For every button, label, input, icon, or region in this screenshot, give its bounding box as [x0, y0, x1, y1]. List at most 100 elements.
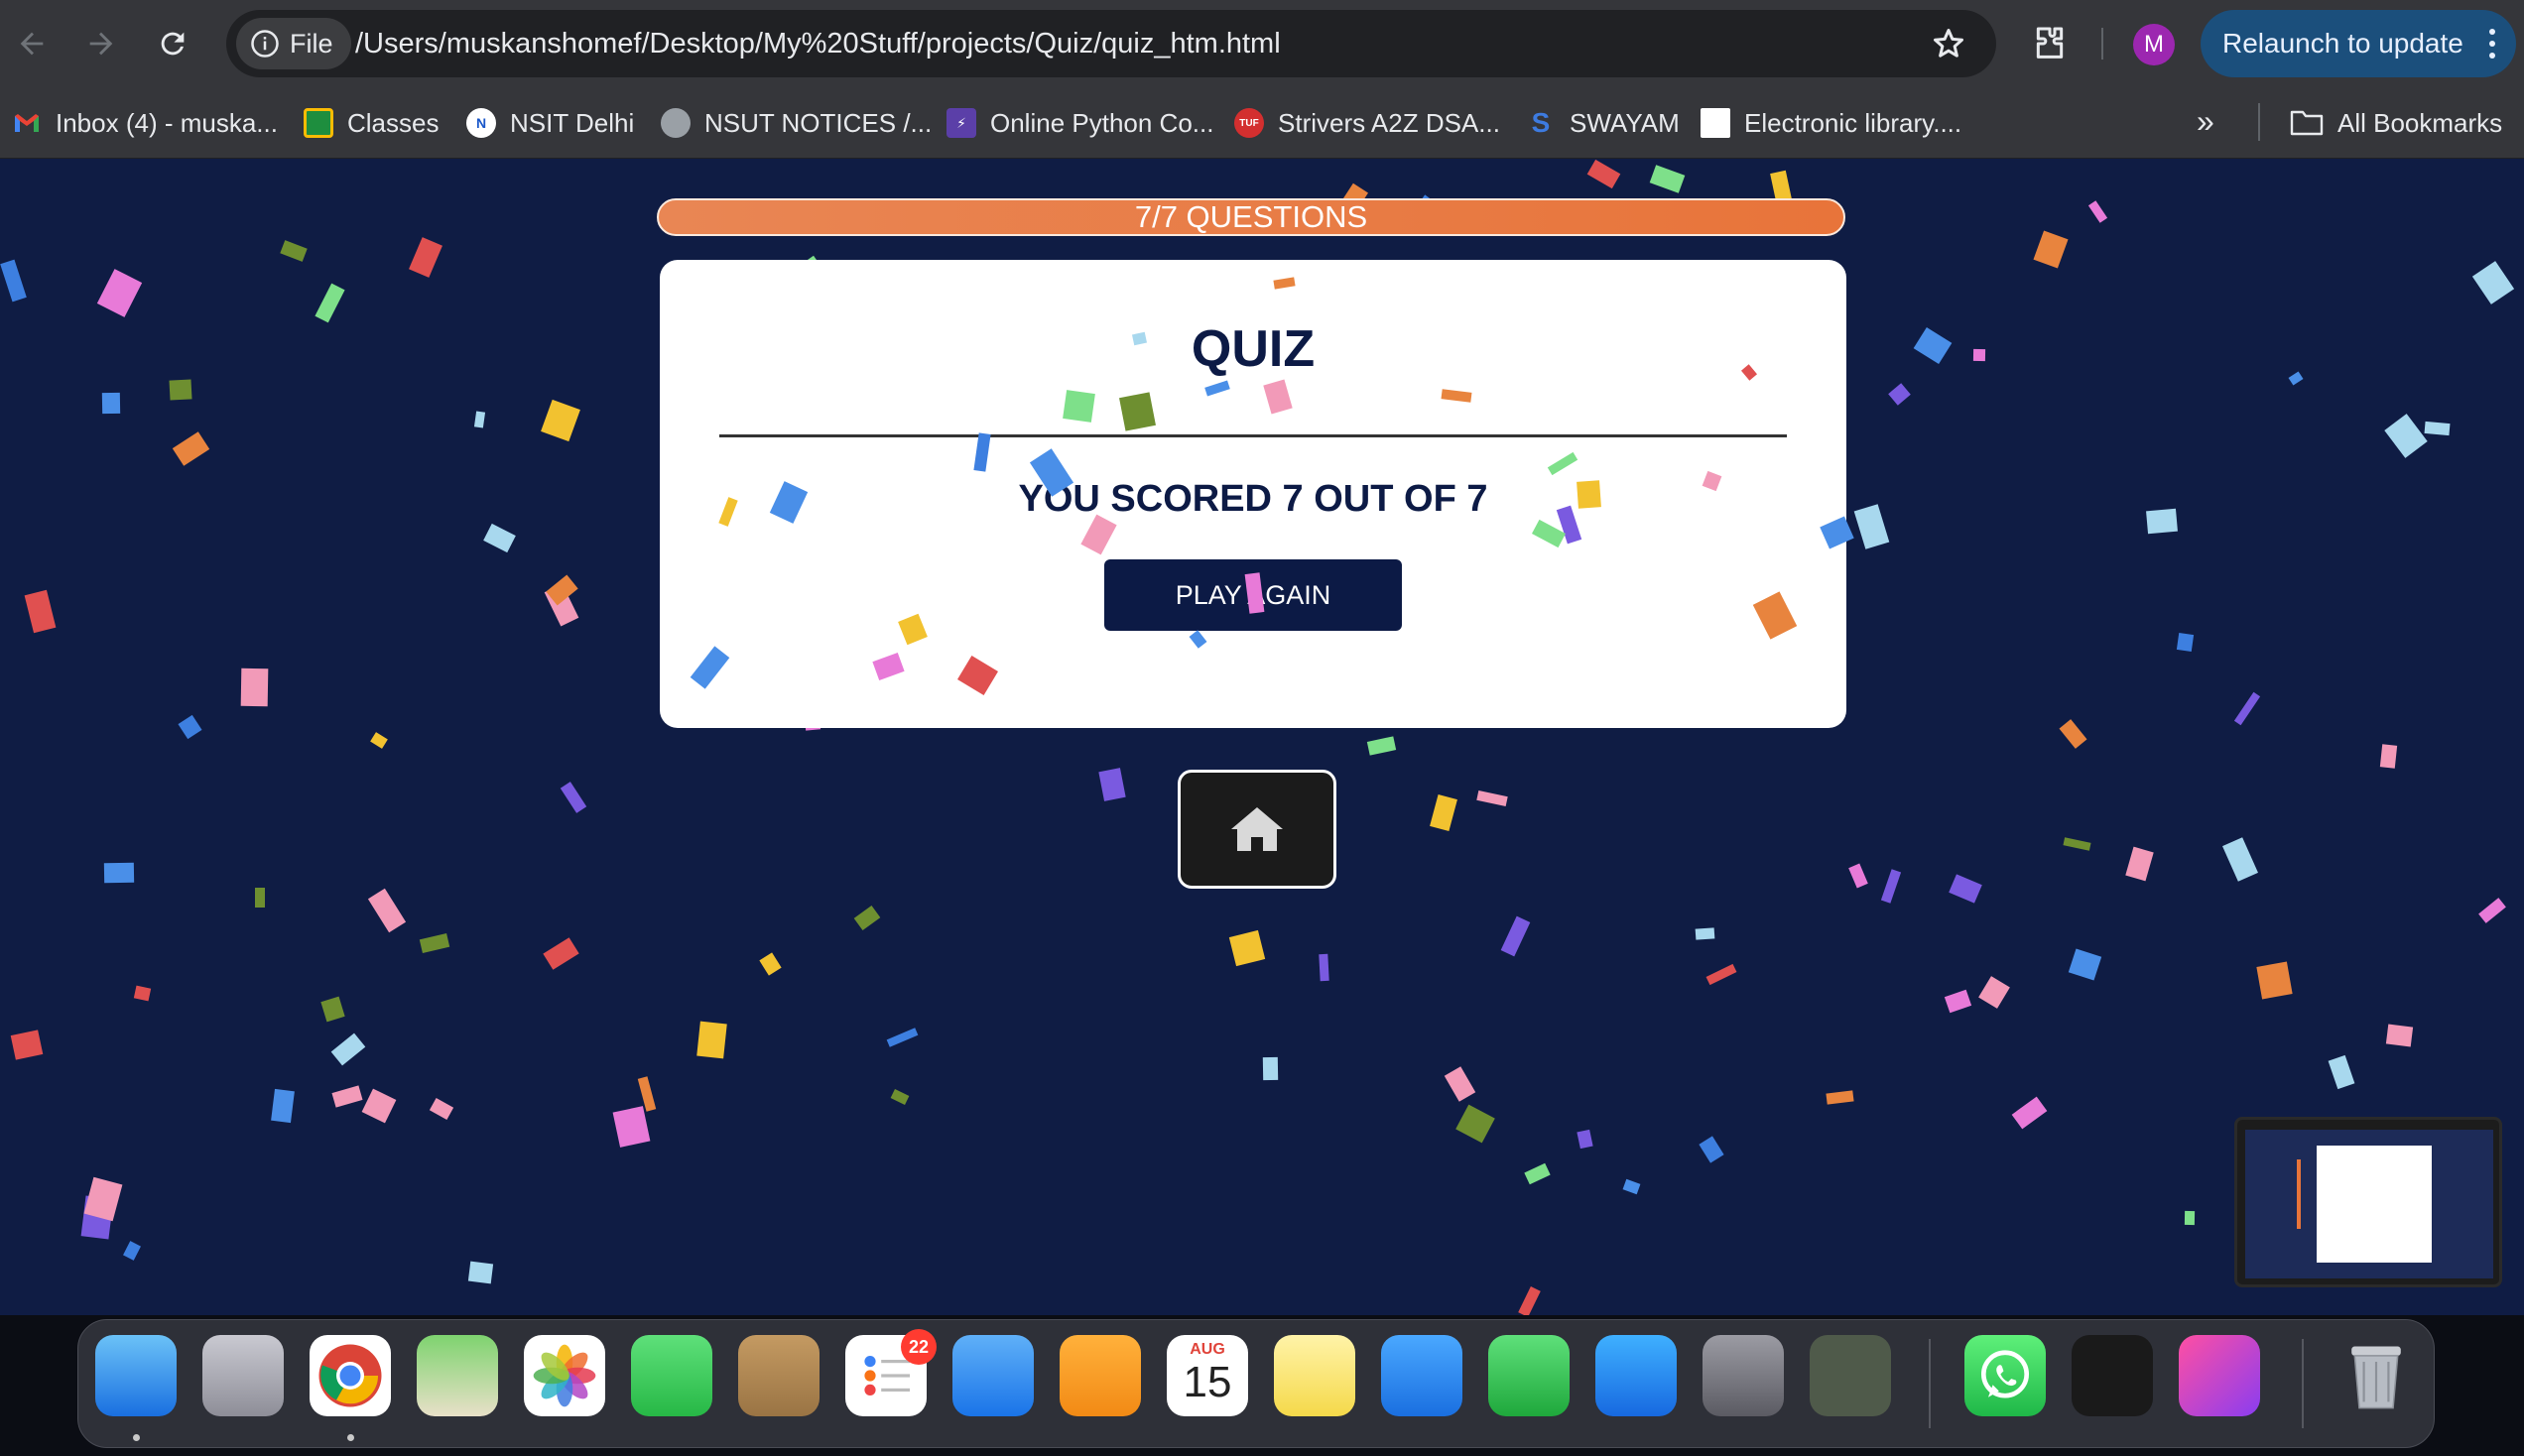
bookmark-nsut[interactable]: NSUT NOTICES /...: [661, 101, 932, 145]
all-bookmarks-button[interactable]: All Bookmarks: [2290, 101, 2502, 145]
bookmarks-overflow-chevron[interactable]: »: [2197, 103, 2214, 140]
system-settings-icon[interactable]: [1703, 1335, 1784, 1416]
photos-icon[interactable]: [524, 1335, 605, 1416]
confetti-piece: [2384, 414, 2428, 458]
confetti-piece: [2068, 948, 2102, 981]
confetti-piece: [96, 269, 143, 317]
calendar-month: AUG: [1190, 1341, 1225, 1358]
reload-button[interactable]: [149, 20, 196, 67]
extensions-icon[interactable]: [2030, 24, 2070, 63]
confetti-piece: [2011, 1096, 2048, 1130]
quiz-title: QUIZ: [1191, 320, 1316, 378]
progress-label: 7/7 QUESTIONS: [1134, 199, 1368, 234]
back-arrow-icon: [20, 32, 44, 56]
confetti-piece: [483, 523, 516, 553]
confetti-piece: [2328, 1054, 2355, 1090]
whatsapp-icon[interactable]: [1964, 1335, 2046, 1416]
contacts-icon[interactable]: [738, 1335, 820, 1416]
confetti-piece: [1500, 915, 1531, 957]
profile-avatar[interactable]: M: [2133, 24, 2175, 65]
swayam-icon: S: [1531, 107, 1551, 138]
confetti-piece: [1695, 927, 1715, 940]
facetime-icon[interactable]: [631, 1335, 712, 1416]
bookmarks-divider: [2258, 103, 2260, 141]
site-info-chip[interactable]: File: [236, 18, 351, 69]
thumbnail-card: [2317, 1146, 2432, 1263]
home-button[interactable]: [1178, 770, 1336, 889]
address-bar[interactable]: File /Users/muskanshomef/Desktop/My%20St…: [226, 10, 1996, 77]
confetti-piece: [2233, 691, 2261, 726]
bookmark-gmail[interactable]: Inbox (4) - muska...: [12, 101, 278, 145]
bookmark-label: Strivers A2Z DSA...: [1278, 107, 1500, 138]
info-icon: [251, 30, 279, 58]
thumbnail-progress: [2297, 1159, 2301, 1229]
confetti-piece: [473, 411, 486, 428]
numbers-icon[interactable]: [1488, 1335, 1570, 1416]
confetti-piece: [1649, 165, 1686, 193]
confetti-piece: [890, 1088, 910, 1106]
forward-arrow-icon: [89, 32, 113, 56]
confetti-piece: [330, 1032, 366, 1066]
confetti-piece: [1577, 480, 1601, 509]
screenshot-thumbnail[interactable]: [2234, 1117, 2502, 1287]
site-chip-label: File: [290, 28, 333, 59]
confetti-piece: [541, 399, 580, 442]
confetti-piece: [1888, 383, 1911, 406]
confetti-piece: [1699, 1136, 1724, 1163]
dock-separator: [2302, 1339, 2304, 1428]
confetti-piece: [1476, 789, 1508, 807]
bookmark-elibrary[interactable]: Electronic library....: [1701, 101, 1961, 145]
bookmark-python[interactable]: ⚡ Online Python Co...: [946, 101, 1213, 145]
confetti-piece: [696, 1021, 727, 1059]
back-button[interactable]: [8, 20, 56, 67]
gmail-icon: [12, 108, 42, 138]
calendar-icon[interactable]: AUG 15: [1167, 1335, 1248, 1416]
confetti-piece: [560, 782, 587, 813]
launchpad-icon[interactable]: [202, 1335, 284, 1416]
bookmark-classes[interactable]: Classes: [304, 101, 439, 145]
forward-button[interactable]: [77, 20, 125, 67]
wps-office-icon[interactable]: [2179, 1335, 2260, 1416]
bookmark-label: Classes: [347, 107, 440, 138]
notes-icon[interactable]: [1274, 1335, 1355, 1416]
bookmark-swayam[interactable]: S SWAYAM: [1526, 101, 1680, 145]
chip-app-icon[interactable]: [1810, 1335, 1891, 1416]
confetti-piece: [1228, 929, 1266, 967]
confetti-piece: [2146, 508, 2178, 535]
bookmark-strivers[interactable]: TUF Strivers A2Z DSA...: [1234, 101, 1500, 145]
confetti-piece: [315, 283, 345, 323]
url-text[interactable]: /Users/muskanshomef/Desktop/My%20Stuff/p…: [355, 10, 1281, 77]
confetti-piece: [1577, 1129, 1593, 1150]
confetti-piece: [1444, 1066, 1476, 1102]
confetti-piece: [123, 1241, 141, 1261]
confetti-piece: [2478, 898, 2506, 923]
relaunch-button[interactable]: Relaunch to update: [2201, 10, 2516, 77]
mail-icon[interactable]: [952, 1335, 1034, 1416]
confetti-piece: [1366, 736, 1397, 756]
chrome-icon[interactable]: [310, 1335, 391, 1416]
finder-icon[interactable]: [95, 1335, 177, 1416]
bookmark-label: NSIT Delhi: [510, 107, 635, 138]
result-card: QUIZ YOU SCORED 7 OUT OF 7 PLAY AGAIN: [660, 260, 1846, 728]
confetti-piece: [409, 237, 442, 278]
keynote-icon[interactable]: [1381, 1335, 1462, 1416]
trash-icon[interactable]: [2335, 1335, 2417, 1416]
pages-icon[interactable]: [1060, 1335, 1141, 1416]
title-divider: [719, 434, 1787, 437]
bookmark-label: NSUT NOTICES /...: [704, 107, 933, 138]
maps-icon[interactable]: [417, 1335, 498, 1416]
app-store-icon[interactable]: [1595, 1335, 1677, 1416]
confetti-piece: [1880, 869, 1902, 904]
dock-separator: [1929, 1339, 1931, 1428]
nsit-icon: N: [466, 108, 496, 138]
toolbar-divider: [2101, 28, 2103, 60]
bookmark-star-icon[interactable]: [1931, 26, 1966, 61]
confetti-piece: [271, 1088, 295, 1124]
bookmark-nsit[interactable]: N NSIT Delhi: [466, 101, 634, 145]
webex-icon[interactable]: [2072, 1335, 2153, 1416]
confetti-piece: [759, 952, 782, 976]
browser-toolbar: File /Users/muskanshomef/Desktop/My%20St…: [0, 0, 2524, 87]
confetti-piece: [331, 1085, 363, 1108]
confetti-piece: [2033, 230, 2069, 269]
confetti-piece: [2125, 846, 2154, 882]
